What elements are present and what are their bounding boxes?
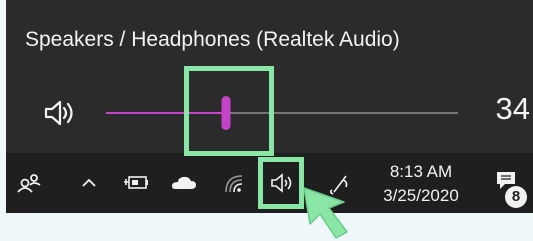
clock-date: 3/25/2020 <box>383 186 459 205</box>
speaker-icon[interactable] <box>39 96 81 130</box>
cloud-icon[interactable] <box>166 169 200 197</box>
battery-icon[interactable] <box>120 169 154 197</box>
wifi-icon[interactable] <box>220 169 250 197</box>
screenshot-stage: Speakers / Headphones (Realtek Audio) 34 <box>0 0 533 241</box>
clock-time: 8:13 AM <box>389 162 453 181</box>
people-icon[interactable] <box>14 169 44 197</box>
notification-count-badge: 8 <box>505 186 527 208</box>
chevron-up-icon[interactable] <box>74 169 104 197</box>
arrow-pointer-icon <box>303 187 348 239</box>
audio-device-name[interactable]: Speakers / Headphones (Realtek Audio) <box>25 28 400 52</box>
volume-value: 34 <box>495 91 530 126</box>
volume-icon-highlight-box <box>258 157 304 209</box>
taskbar-clock[interactable]: 8:13 AM 3/25/2020 <box>375 160 467 208</box>
slider-highlight-box <box>184 66 274 156</box>
volume-slider[interactable] <box>106 96 458 130</box>
